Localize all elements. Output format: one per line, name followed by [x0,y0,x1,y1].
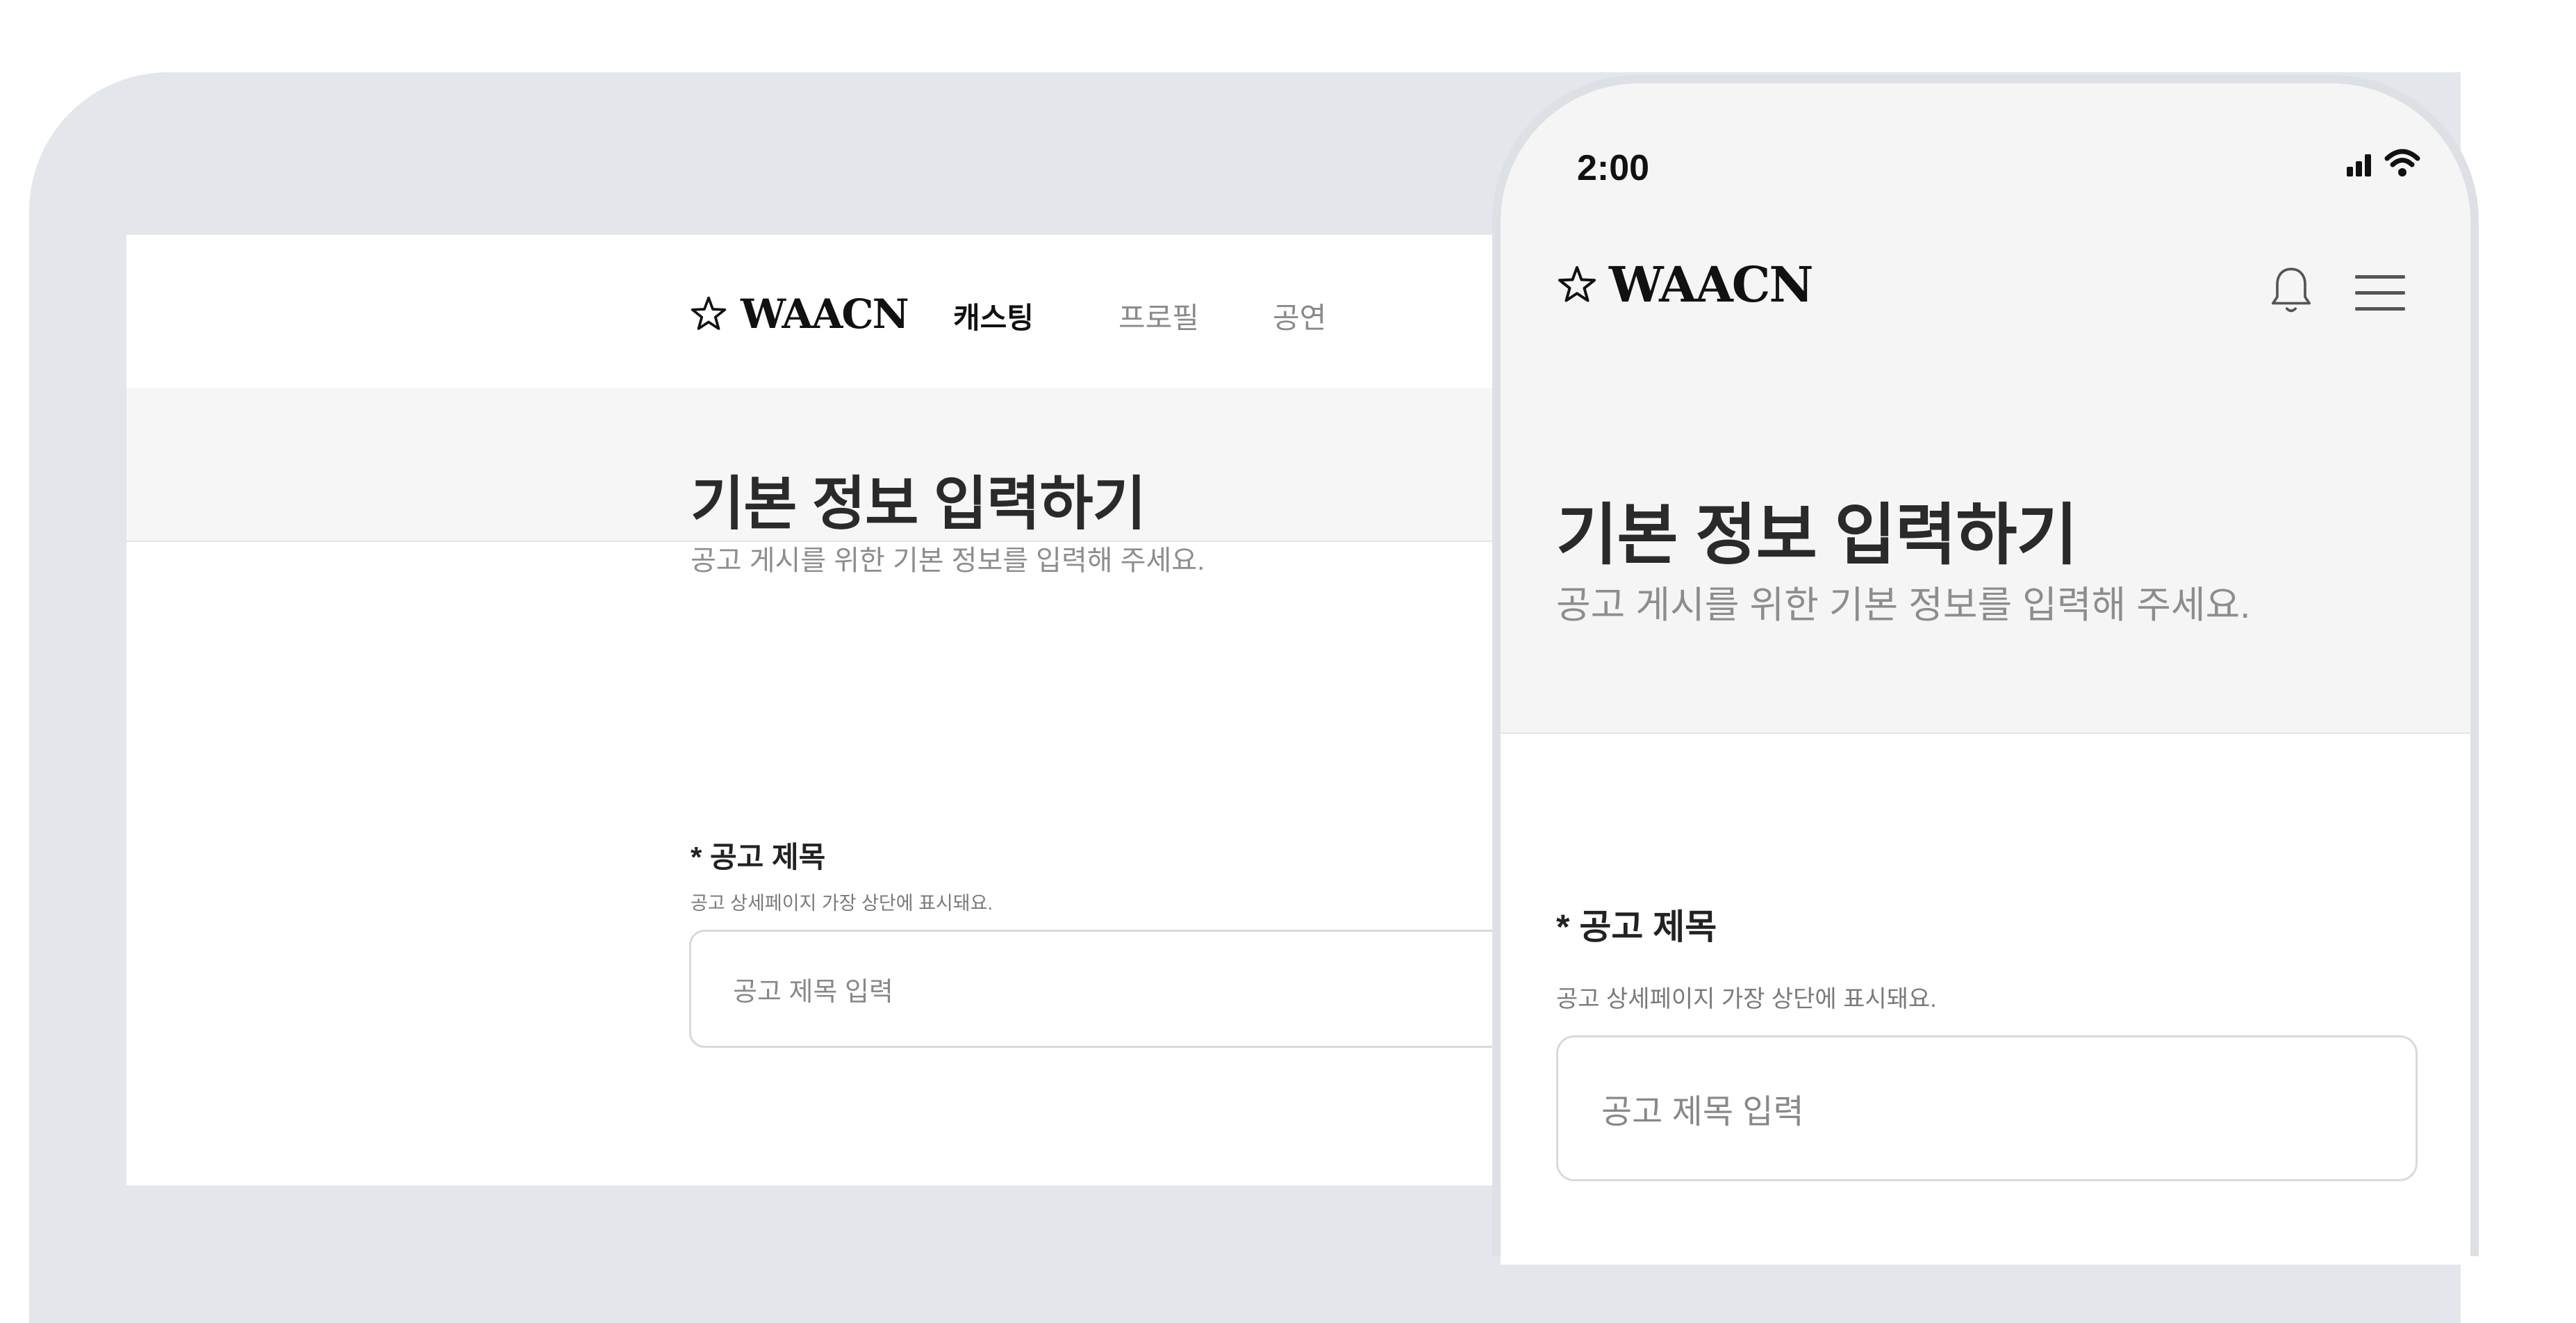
title-field-help: 공고 상세페이지 가장 상단에 표시돼요. [691,893,993,914]
page-title: 기본 정보 입력하기 [691,471,1146,536]
title-field-label: * 공고 제목 [691,841,826,873]
title-input-placeholder: 공고 제목 입력 [1601,1094,1804,1131]
page-subtitle: 공고 게시를 위한 기본 정보를 입력해 주세요. [691,545,1205,576]
title-field-help: 공고 상세페이지 가장 상단에 표시돼요. [1556,986,1937,1012]
menu-icon[interactable] [2355,274,2405,313]
desktop-logo[interactable]: WAACN [689,290,909,338]
mobile-hero: 기본 정보 입력하기 공고 게시를 위한 기본 정보를 입력해 주세요. [1501,371,2470,734]
title-input-placeholder: 공고 제목 입력 [733,977,893,1007]
page-title: 기본 정보 입력하기 [1556,498,2078,573]
brand-name: WAACN [741,290,909,338]
star-logo-icon [1558,265,1596,302]
brand-name: WAACN [1609,256,1813,313]
page-subtitle: 공고 게시를 위한 기본 정보를 입력해 주세요. [1556,584,2251,626]
signal-wifi-icon [2347,149,2420,176]
title-field-label: * 공고 제목 [1556,907,1717,946]
star-logo-icon [691,296,727,330]
status-time: 2:00 [1577,148,1650,188]
mobile-header: WAACN [1501,208,2470,372]
status-bar: 2:00 [1501,83,2470,208]
bell-icon[interactable] [2265,263,2318,318]
signal-icon [2345,146,2429,181]
nav-item-profile[interactable]: 프로필 [1118,295,1199,337]
nav-item-performance[interactable]: 공연 [1273,295,1326,337]
title-input[interactable]: 공고 제목 입력 [1556,1035,2418,1181]
mobile-logo[interactable]: WAACN [1556,256,1813,313]
mobile-screen: 2:00 WAACN 기본 정보 입력하기 공고 게시를 위한 기본 정보를 입… [1501,83,2470,1265]
nav-item-casting[interactable]: 캐스팅 [953,295,1034,337]
